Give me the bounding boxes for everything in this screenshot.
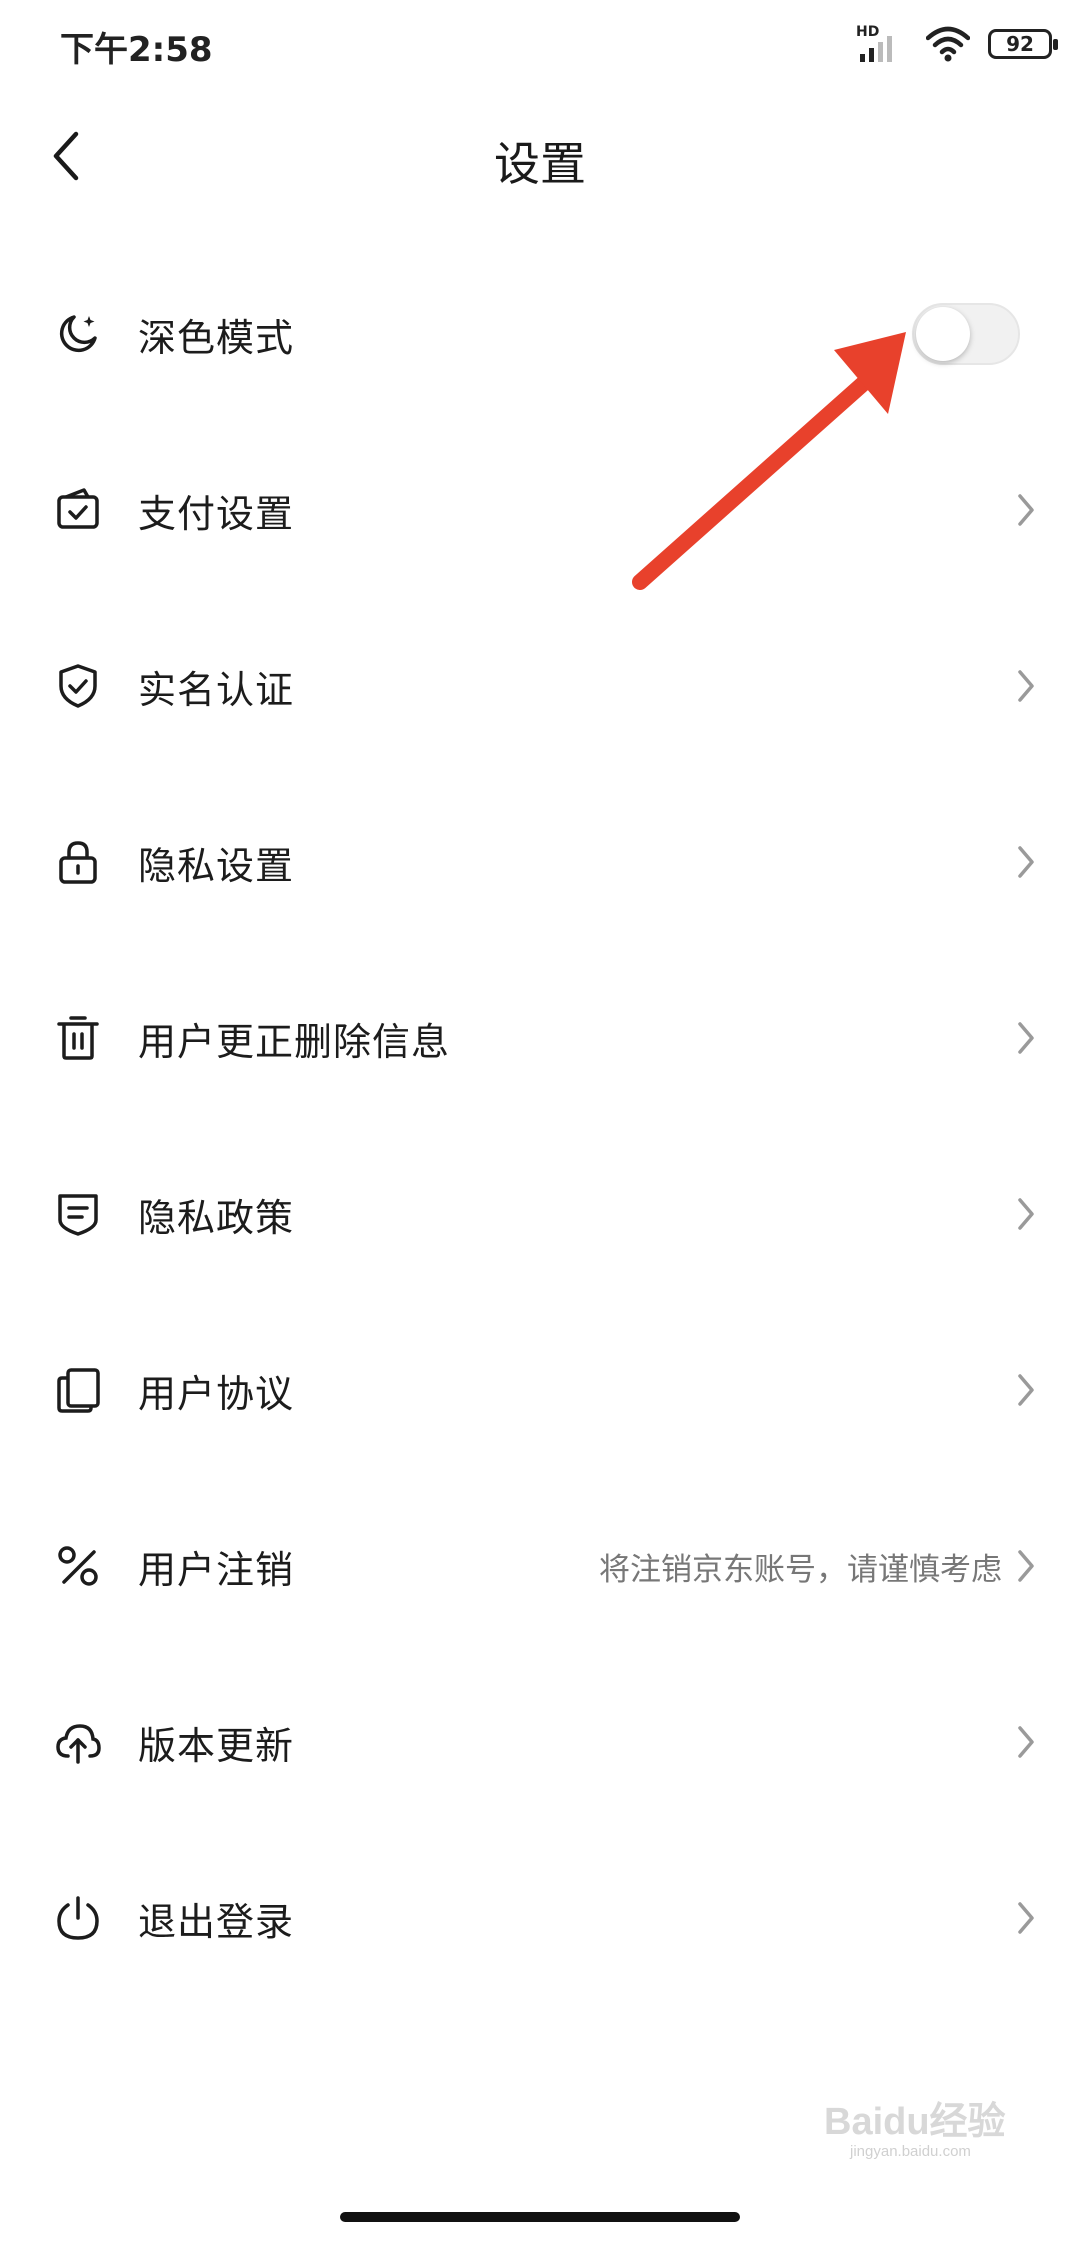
trash-icon [54,1014,102,1062]
setting-row-payment[interactable]: 支付设置 [0,422,1080,598]
setting-label: 用户更正删除信息 [138,1019,451,1064]
lock-icon [54,838,102,886]
settings-list: 深色模式 支付设置 实名认证 隐私设置 用户更正删除信息 隐私政策 用户协议 用… [0,246,1080,2006]
chevron-right-icon [1018,1198,1034,1230]
setting-row-user-agreement[interactable]: 用户协议 [0,1302,1080,1478]
setting-row-real-name[interactable]: 实名认证 [0,598,1080,774]
cellular-signal-icon: HD [856,24,908,64]
setting-label: 深色模式 [138,315,295,360]
setting-row-logout[interactable]: 退出登录 [0,1830,1080,2006]
moon-icon [54,310,102,358]
battery-level: 92 [1006,32,1034,56]
setting-label: 支付设置 [138,491,295,536]
setting-label: 隐私设置 [138,843,295,888]
setting-row-privacy-policy[interactable]: 隐私政策 [0,1126,1080,1302]
setting-row-correct-delete-info[interactable]: 用户更正删除信息 [0,950,1080,1126]
home-indicator[interactable] [340,2212,740,2222]
setting-row-version-update[interactable]: 版本更新 [0,1654,1080,1830]
cloud-upload-icon [54,1718,102,1766]
setting-row-dark-mode: 深色模式 [0,246,1080,422]
status-time: 下午2:58 [60,30,213,70]
toggle-knob [916,307,970,361]
setting-label: 用户协议 [138,1371,295,1416]
power-icon [54,1894,102,1942]
setting-label: 用户注销 [138,1547,295,1592]
wifi-icon [926,26,970,62]
svg-text:jingyan.baidu.com: jingyan.baidu.com [849,2143,971,2160]
chevron-right-icon [1018,846,1034,878]
wallet-check-icon [54,486,102,534]
svg-text:Baidu经验: Baidu经验 [824,2101,1006,2143]
chevron-right-icon [1018,670,1034,702]
status-icons: HD 92 [856,22,1058,66]
chevron-right-icon [1018,1374,1034,1406]
shield-check-icon [54,662,102,710]
setting-label: 实名认证 [138,667,295,712]
unlink-icon [54,1542,102,1590]
chevron-right-icon [1018,1550,1034,1582]
status-bar: 下午2:58 HD 92 [0,0,1080,90]
setting-label: 隐私政策 [138,1195,295,1240]
dark-mode-toggle[interactable] [912,303,1020,365]
chevron-right-icon [1018,494,1034,526]
battery-icon: 92 [988,29,1058,59]
page-title: 设置 [494,137,586,191]
setting-row-privacy[interactable]: 隐私设置 [0,774,1080,950]
chevron-right-icon [1018,1726,1034,1758]
setting-row-account-cancel[interactable]: 用户注销 将注销京东账号，请谨慎考虑 [0,1478,1080,1654]
baidu-jingyan-watermark: Baidu经验 jingyan.baidu.com [820,2090,1040,2162]
setting-label: 版本更新 [138,1723,295,1768]
copy-document-icon [54,1366,102,1414]
chevron-right-icon [1018,1022,1034,1054]
header: 设置 [0,100,1080,210]
setting-label: 退出登录 [138,1899,295,1944]
document-shield-icon [54,1190,102,1238]
account-cancel-hint: 将注销京东账号，请谨慎考虑 [599,1551,1002,1588]
chevron-right-icon [1018,1902,1034,1934]
